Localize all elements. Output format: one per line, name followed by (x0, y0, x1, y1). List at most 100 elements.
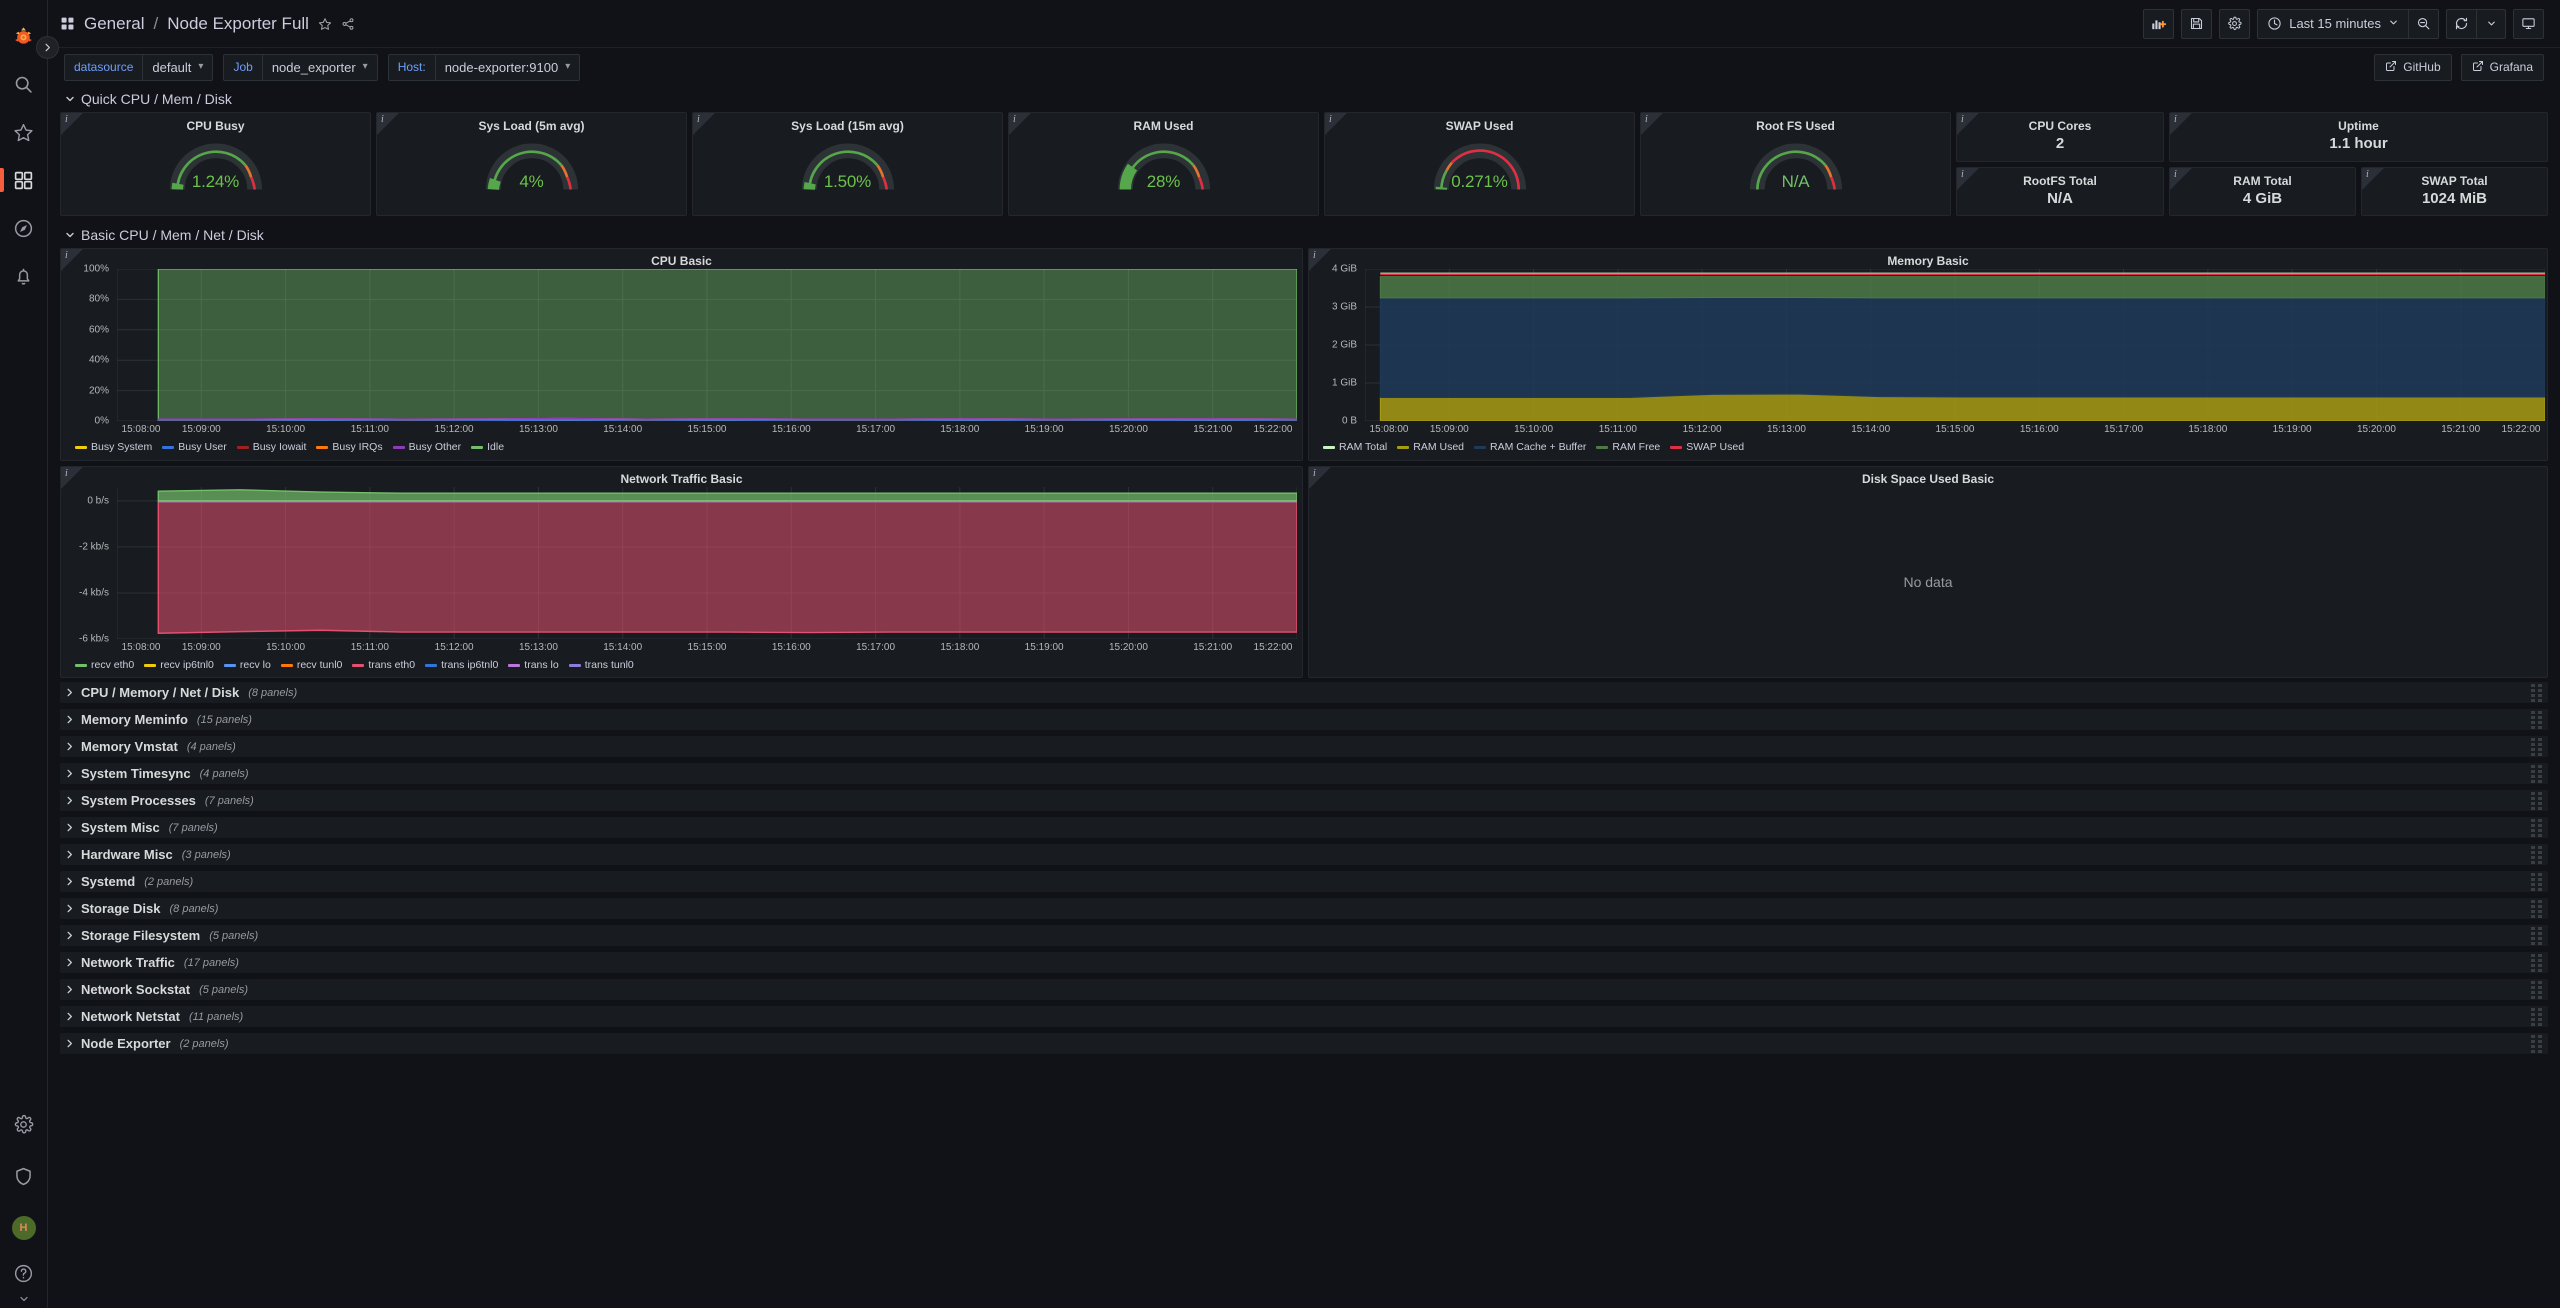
user-avatar[interactable]: H (0, 1204, 48, 1252)
info-icon[interactable]: i (1329, 114, 1332, 125)
panel-network-traffic-basic[interactable]: i Network Traffic Basic 0 b/s -2 kb/s -4 k… (60, 466, 1303, 678)
row-drag-handle[interactable] (2531, 872, 2542, 891)
legend-item[interactable]: recv tunl0 (280, 659, 342, 671)
info-icon[interactable]: i (1313, 250, 1316, 261)
legend-item[interactable]: recv lo (223, 659, 271, 671)
page-title[interactable]: Node Exporter Full (167, 14, 309, 34)
row-drag-handle[interactable] (2531, 683, 2542, 702)
legend-item[interactable]: RAM Cache + Buffer (1474, 441, 1586, 453)
legend-item[interactable]: RAM Total (1323, 441, 1387, 453)
star-icon[interactable] (318, 17, 332, 31)
tv-mode-button[interactable] (2513, 8, 2544, 39)
row-drag-handle[interactable] (2531, 980, 2542, 999)
panel-ram-used[interactable]: i RAM Used 28% (1008, 112, 1319, 216)
panel-swap-used[interactable]: i SWAP Used 0.271% (1324, 112, 1635, 216)
info-icon[interactable]: i (2174, 114, 2177, 125)
info-icon[interactable]: i (1313, 468, 1316, 479)
legend-item[interactable]: Busy IRQs (316, 441, 383, 453)
info-icon[interactable]: i (2366, 169, 2369, 180)
legend-item[interactable]: RAM Free (1596, 441, 1660, 453)
panel-uptime[interactable]: i Uptime 1.1 hour (2169, 112, 2548, 162)
save-dashboard-button[interactable] (2181, 8, 2213, 39)
panel-sys-load-5m[interactable]: i Sys Load (5m avg) 4% (376, 112, 687, 216)
panel-disk-space-used-basic[interactable]: i Disk Space Used Basic No data (1308, 466, 2548, 678)
collapsed-row[interactable]: Network Netstat (11 panels) (60, 1006, 2548, 1027)
collapsed-row[interactable]: CPU / Memory / Net / Disk (8 panels) (60, 682, 2548, 703)
legend-item[interactable]: Busy System (75, 441, 152, 453)
collapsed-row[interactable]: System Misc (7 panels) (60, 817, 2548, 838)
collapsed-row[interactable]: Network Sockstat (5 panels) (60, 979, 2548, 1000)
configuration-gear-icon[interactable] (0, 1100, 48, 1148)
collapsed-row[interactable]: System Processes (7 panels) (60, 790, 2548, 811)
collapsed-row[interactable]: Storage Filesystem (5 panels) (60, 925, 2548, 946)
legend-item[interactable]: recv ip6tnl0 (144, 659, 214, 671)
legend-item[interactable]: trans tunl0 (568, 659, 634, 671)
row-drag-handle[interactable] (2531, 818, 2542, 837)
dashboard-link-github[interactable]: GitHub (2374, 53, 2452, 81)
panel-swap-total[interactable]: i SWAP Total 1024 MiB (2361, 167, 2548, 216)
info-icon[interactable]: i (1961, 114, 1964, 125)
legend-item[interactable]: Busy Iowait (236, 441, 306, 453)
row-drag-handle[interactable] (2531, 791, 2542, 810)
expand-navigation-button[interactable] (36, 36, 59, 59)
explore-compass-icon[interactable] (0, 204, 48, 252)
row-drag-handle[interactable] (2531, 764, 2542, 783)
time-range-picker[interactable]: Last 15 minutes (2257, 8, 2408, 39)
search-icon[interactable] (0, 60, 48, 108)
info-icon[interactable]: i (1645, 114, 1648, 125)
collapsed-row[interactable]: Network Traffic (17 panels) (60, 952, 2548, 973)
row-drag-handle[interactable] (2531, 737, 2542, 756)
collapsed-row[interactable]: Node Exporter (2 panels) (60, 1033, 2548, 1054)
legend-item[interactable]: trans eth0 (352, 659, 415, 671)
collapsed-row[interactable]: Storage Disk (8 panels) (60, 898, 2548, 919)
panel-rootfs-total[interactable]: i RootFS Total N/A (1956, 167, 2164, 216)
legend-item[interactable]: Busy Other (392, 441, 461, 453)
legend-item[interactable]: trans lo (508, 659, 559, 671)
variable-dropdown[interactable]: default ▾ (142, 53, 214, 81)
alerting-bell-icon[interactable] (0, 252, 48, 300)
panel-cpu-cores[interactable]: i CPU Cores 2 (1956, 112, 2164, 162)
collapsed-row[interactable]: Memory Meminfo (15 panels) (60, 709, 2548, 730)
add-panel-button[interactable] (2143, 8, 2175, 39)
refresh-interval-picker[interactable] (2476, 8, 2506, 39)
legend-item[interactable]: recv eth0 (75, 659, 134, 671)
dashboards-icon[interactable] (0, 156, 48, 204)
legend-item[interactable]: RAM Used (1397, 441, 1464, 453)
panel-memory-basic[interactable]: i Memory Basic 0 B 1 GiB 2 GiB 3 GiB 4 GiB 1… (1308, 248, 2548, 461)
info-icon[interactable]: i (2174, 169, 2177, 180)
info-icon[interactable]: i (1013, 114, 1016, 125)
info-icon[interactable]: i (65, 114, 68, 125)
panel-cpu-basic[interactable]: i CPU Basic 0% 20% 40% 60% 80% 100% 15:08:00 1… (60, 248, 1303, 461)
legend-item[interactable]: SWAP Used (1670, 441, 1744, 453)
row-drag-handle[interactable] (2531, 926, 2542, 945)
info-icon[interactable]: i (65, 250, 68, 261)
panel-sys-load-15m[interactable]: i Sys Load (15m avg) 1.50% (692, 112, 1003, 216)
collapsed-row[interactable]: Memory Vmstat (4 panels) (60, 736, 2548, 757)
panel-ram-total[interactable]: i RAM Total 4 GiB (2169, 167, 2356, 216)
info-icon[interactable]: i (1961, 169, 1964, 180)
variable-dropdown[interactable]: node-exporter:9100 ▾ (434, 53, 581, 81)
row-drag-handle[interactable] (2531, 953, 2542, 972)
legend-item[interactable]: trans ip6tnl0 (425, 659, 498, 671)
starred-icon[interactable] (0, 108, 48, 156)
collapsed-row[interactable]: Systemd (2 panels) (60, 871, 2548, 892)
info-icon[interactable]: i (697, 114, 700, 125)
dashboard-link-grafana[interactable]: Grafana (2460, 53, 2544, 81)
dashboard-settings-button[interactable] (2219, 8, 2251, 39)
row-drag-handle[interactable] (2531, 1007, 2542, 1026)
info-icon[interactable]: i (381, 114, 384, 125)
breadcrumb-folder[interactable]: General (84, 14, 144, 34)
info-icon[interactable]: i (65, 468, 68, 479)
legend-item[interactable]: Busy User (162, 441, 227, 453)
row-drag-handle[interactable] (2531, 1034, 2542, 1053)
share-icon[interactable] (341, 17, 355, 31)
panel-root-fs-used[interactable]: i Root FS Used N/A (1640, 112, 1951, 216)
help-chevron-down-icon[interactable] (18, 1290, 30, 1308)
row-drag-handle[interactable] (2531, 845, 2542, 864)
zoom-out-time-button[interactable] (2408, 8, 2439, 39)
help-question-icon[interactable] (0, 1256, 48, 1290)
refresh-dashboard-button[interactable] (2446, 8, 2476, 39)
variable-dropdown[interactable]: node_exporter ▾ (261, 53, 378, 81)
legend-item[interactable]: Idle (471, 441, 504, 453)
row-header-quick-cpu-mem-disk[interactable]: Quick CPU / Mem / Disk (60, 86, 2548, 112)
